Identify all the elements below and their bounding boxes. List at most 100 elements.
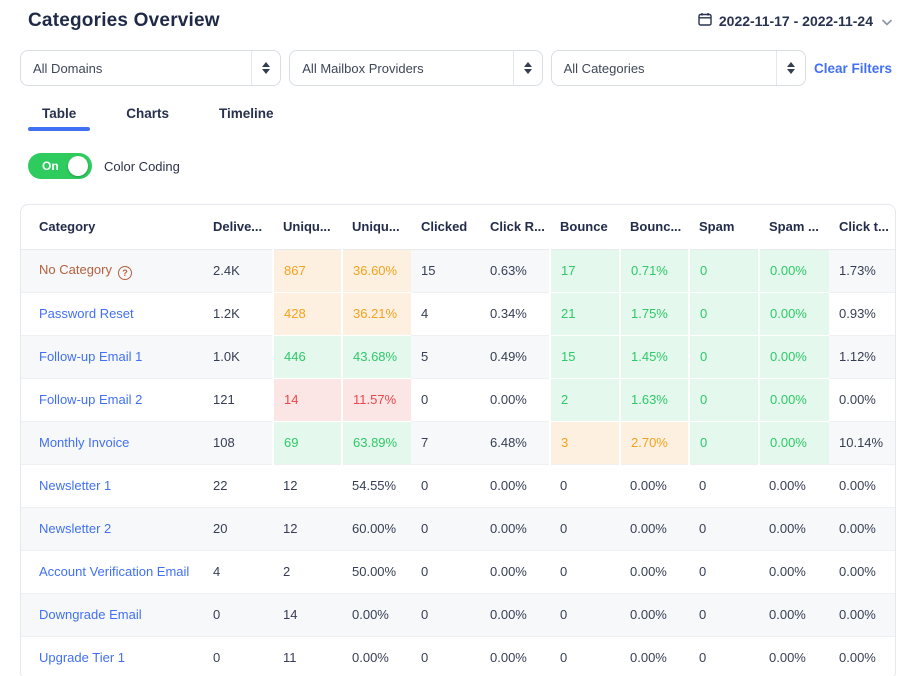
column-header-3[interactable]: Uniqu... <box>342 205 411 249</box>
category-link[interactable]: Follow-up Email 2 <box>39 392 142 407</box>
metric-cell: 17 <box>550 249 620 292</box>
metric-cell: 6.48% <box>480 421 550 464</box>
metric-cell: 0.00% <box>829 550 895 593</box>
metric-cell: 15 <box>411 249 480 292</box>
metric-cell: 0 <box>689 550 759 593</box>
metric-cell: 0.00% <box>759 593 829 636</box>
metric-cell: 0.63% <box>480 249 550 292</box>
color-coding-row: On Color Coding <box>28 153 906 179</box>
metric-cell: 0 <box>411 636 480 676</box>
metric-cell: 69 <box>273 421 342 464</box>
tab-timeline[interactable]: Timeline <box>205 106 288 131</box>
column-header-9[interactable]: Spam ... <box>759 205 829 249</box>
metric-cell: 0 <box>550 593 620 636</box>
metric-cell: 2.4K <box>203 249 273 292</box>
metric-cell: 1.0K <box>203 335 273 378</box>
metric-cell: 0.00% <box>620 507 689 550</box>
metric-cell: 0 <box>689 335 759 378</box>
metric-cell: 0.00% <box>480 636 550 676</box>
metric-cell: 11 <box>273 636 342 676</box>
category-link[interactable]: Newsletter 1 <box>39 478 111 493</box>
metric-cell: 2.70% <box>620 421 689 464</box>
metric-cell: 0.00% <box>759 421 829 464</box>
metric-cell: 1.12% <box>829 335 895 378</box>
help-icon[interactable]: ? <box>118 266 132 280</box>
metric-cell: 0 <box>689 378 759 421</box>
metric-cell: 0.00% <box>342 593 411 636</box>
date-range-label: 2022-11-17 - 2022-11-24 <box>719 13 873 29</box>
domains-select[interactable]: All Domains <box>20 50 281 86</box>
categories-select[interactable]: All Categories <box>551 50 806 86</box>
metric-cell: 12 <box>273 507 342 550</box>
page-title: Categories Overview <box>28 10 220 32</box>
category-link[interactable]: Password Reset <box>39 306 134 321</box>
toggle-knob <box>68 156 88 176</box>
category-cell: Monthly Invoice <box>21 421 203 464</box>
category-cell: Newsletter 1 <box>21 464 203 507</box>
metric-cell: 0 <box>689 421 759 464</box>
metric-cell: 0.00% <box>829 507 895 550</box>
table-row: Downgrade Email0140.00%00.00%00.00%00.00… <box>21 593 895 636</box>
table-row: Monthly Invoice1086963.89%76.48%32.70%00… <box>21 421 895 464</box>
column-header-5[interactable]: Click R... <box>480 205 550 249</box>
category-link[interactable]: Follow-up Email 1 <box>39 349 142 364</box>
category-cell: Downgrade Email <box>21 593 203 636</box>
metric-cell: 1.2K <box>203 292 273 335</box>
metric-cell: 50.00% <box>342 550 411 593</box>
metric-cell: 1.75% <box>620 292 689 335</box>
category-link[interactable]: Newsletter 2 <box>39 521 111 536</box>
column-header-4[interactable]: Clicked <box>411 205 480 249</box>
metric-cell: 0.00% <box>759 636 829 676</box>
table-row: Follow-up Email 21211411.57%00.00%21.63%… <box>21 378 895 421</box>
table-row: Account Verification Email4250.00%00.00%… <box>21 550 895 593</box>
tab-charts[interactable]: Charts <box>112 106 183 131</box>
mailbox-providers-select[interactable]: All Mailbox Providers <box>289 50 542 86</box>
column-header-10[interactable]: Click t... <box>829 205 895 249</box>
column-header-8[interactable]: Spam <box>689 205 759 249</box>
metric-cell: 0 <box>550 636 620 676</box>
metric-cell: 0.00% <box>759 507 829 550</box>
select-arrows-icon <box>513 51 542 85</box>
table-row: Upgrade Tier 10110.00%00.00%00.00%00.00%… <box>21 636 895 676</box>
metric-cell: 0 <box>689 292 759 335</box>
metric-cell: 0 <box>203 593 273 636</box>
category-link[interactable]: Monthly Invoice <box>39 435 129 450</box>
clear-filters-link[interactable]: Clear Filters <box>814 61 892 76</box>
calendar-icon <box>698 12 712 29</box>
metric-cell: 54.55% <box>342 464 411 507</box>
date-range-picker[interactable]: 2022-11-17 - 2022-11-24 <box>698 10 892 29</box>
category-cell: No Category? <box>21 249 203 292</box>
metric-cell: 7 <box>411 421 480 464</box>
column-header-2[interactable]: Uniqu... <box>273 205 342 249</box>
metric-cell: 0.00% <box>829 636 895 676</box>
color-coding-toggle[interactable]: On <box>28 153 92 179</box>
metric-cell: 0 <box>689 249 759 292</box>
metric-cell: 11.57% <box>342 378 411 421</box>
metric-cell: 0 <box>689 636 759 676</box>
metric-cell: 446 <box>273 335 342 378</box>
category-cell: Password Reset <box>21 292 203 335</box>
category-cell: Account Verification Email <box>21 550 203 593</box>
metric-cell: 1.73% <box>829 249 895 292</box>
column-header-0[interactable]: Category <box>21 205 203 249</box>
metric-cell: 0 <box>550 550 620 593</box>
metric-cell: 0.34% <box>480 292 550 335</box>
tab-table[interactable]: Table <box>28 106 90 131</box>
metric-cell: 0 <box>411 464 480 507</box>
category-cell: Upgrade Tier 1 <box>21 636 203 676</box>
metric-cell: 0 <box>411 378 480 421</box>
category-link[interactable]: Account Verification Email <box>39 564 189 579</box>
table-body: No Category?2.4K86736.60%150.63%170.71%0… <box>21 249 895 676</box>
column-header-6[interactable]: Bounce <box>550 205 620 249</box>
category-link[interactable]: Upgrade Tier 1 <box>39 650 125 665</box>
metric-cell: 14 <box>273 593 342 636</box>
category-cell: Follow-up Email 2 <box>21 378 203 421</box>
column-header-7[interactable]: Bounc... <box>620 205 689 249</box>
category-link[interactable]: Downgrade Email <box>39 607 142 622</box>
column-header-1[interactable]: Delive... <box>203 205 273 249</box>
metric-cell: 0 <box>411 507 480 550</box>
color-coding-label: Color Coding <box>104 159 180 174</box>
select-arrows-icon <box>251 51 280 85</box>
metric-cell: 0.00% <box>620 593 689 636</box>
table-row: Newsletter 2201260.00%00.00%00.00%00.00%… <box>21 507 895 550</box>
